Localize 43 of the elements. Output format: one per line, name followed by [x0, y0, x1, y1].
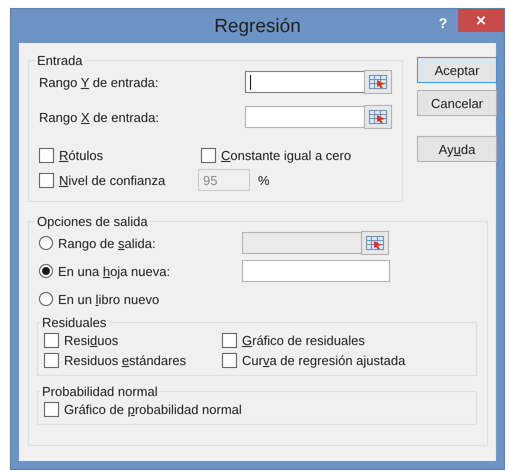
- radio-label: En un libro nuevo: [58, 292, 160, 306]
- checkbox-label: Gráfico de residuales: [242, 332, 365, 348]
- field-label: Rango Y de entrada:: [39, 74, 159, 90]
- field-label: Rango X de entrada:: [39, 110, 159, 124]
- range-input-field[interactable]: [245, 106, 365, 128]
- checkbox[interactable]: [222, 352, 237, 368]
- range-input-field[interactable]: [245, 71, 365, 93]
- dialog-button[interactable]: Ayuda: [417, 136, 497, 162]
- range-picker-button[interactable]: [361, 231, 389, 255]
- radio-button[interactable]: [39, 236, 53, 250]
- text-cursor: [250, 74, 251, 90]
- range-picker-button[interactable]: [364, 105, 392, 129]
- radio-label: En una hoja nueva:: [58, 264, 170, 278]
- checkbox-label: Residuos: [64, 332, 118, 348]
- checkbox-label: Residuos estándares: [64, 352, 186, 368]
- checkbox[interactable]: [39, 148, 54, 163]
- checkbox-label: Rótulos: [59, 148, 104, 163]
- window-title: Regresión: [214, 16, 301, 37]
- radio-button[interactable]: [39, 264, 53, 278]
- percent-unit: %: [258, 172, 270, 188]
- dialog-button[interactable]: Aceptar: [417, 57, 497, 83]
- close-button[interactable]: ×: [458, 9, 504, 32]
- range-select-icon: [369, 110, 387, 124]
- range-picker-button[interactable]: [364, 70, 392, 94]
- checkbox-label: Constante igual a cero: [221, 148, 352, 163]
- checkbox-label: Curva de regresión ajustada: [242, 352, 406, 368]
- group-title: Opciones de salida: [36, 214, 149, 229]
- dialog-button[interactable]: Cancelar: [417, 90, 497, 116]
- radio-button[interactable]: [39, 292, 53, 306]
- range-select-icon: [366, 236, 384, 250]
- checkbox[interactable]: [44, 332, 59, 348]
- checkbox[interactable]: [222, 332, 237, 348]
- group-title: Entrada: [36, 53, 84, 68]
- sheet-name-field[interactable]: [242, 260, 390, 282]
- checkbox[interactable]: [201, 148, 216, 163]
- radio-label: Rango de salida:: [58, 236, 156, 250]
- range-select-icon: [369, 75, 387, 89]
- checkbox-label: Gráfico de probabilidad normal: [64, 402, 242, 416]
- checkbox-label: Nivel de confianza: [59, 172, 166, 188]
- group-title: Residuales: [41, 315, 108, 330]
- group-title: Probabilidad normal: [41, 384, 159, 399]
- checkbox[interactable]: [44, 352, 59, 368]
- checkbox[interactable]: [44, 402, 59, 416]
